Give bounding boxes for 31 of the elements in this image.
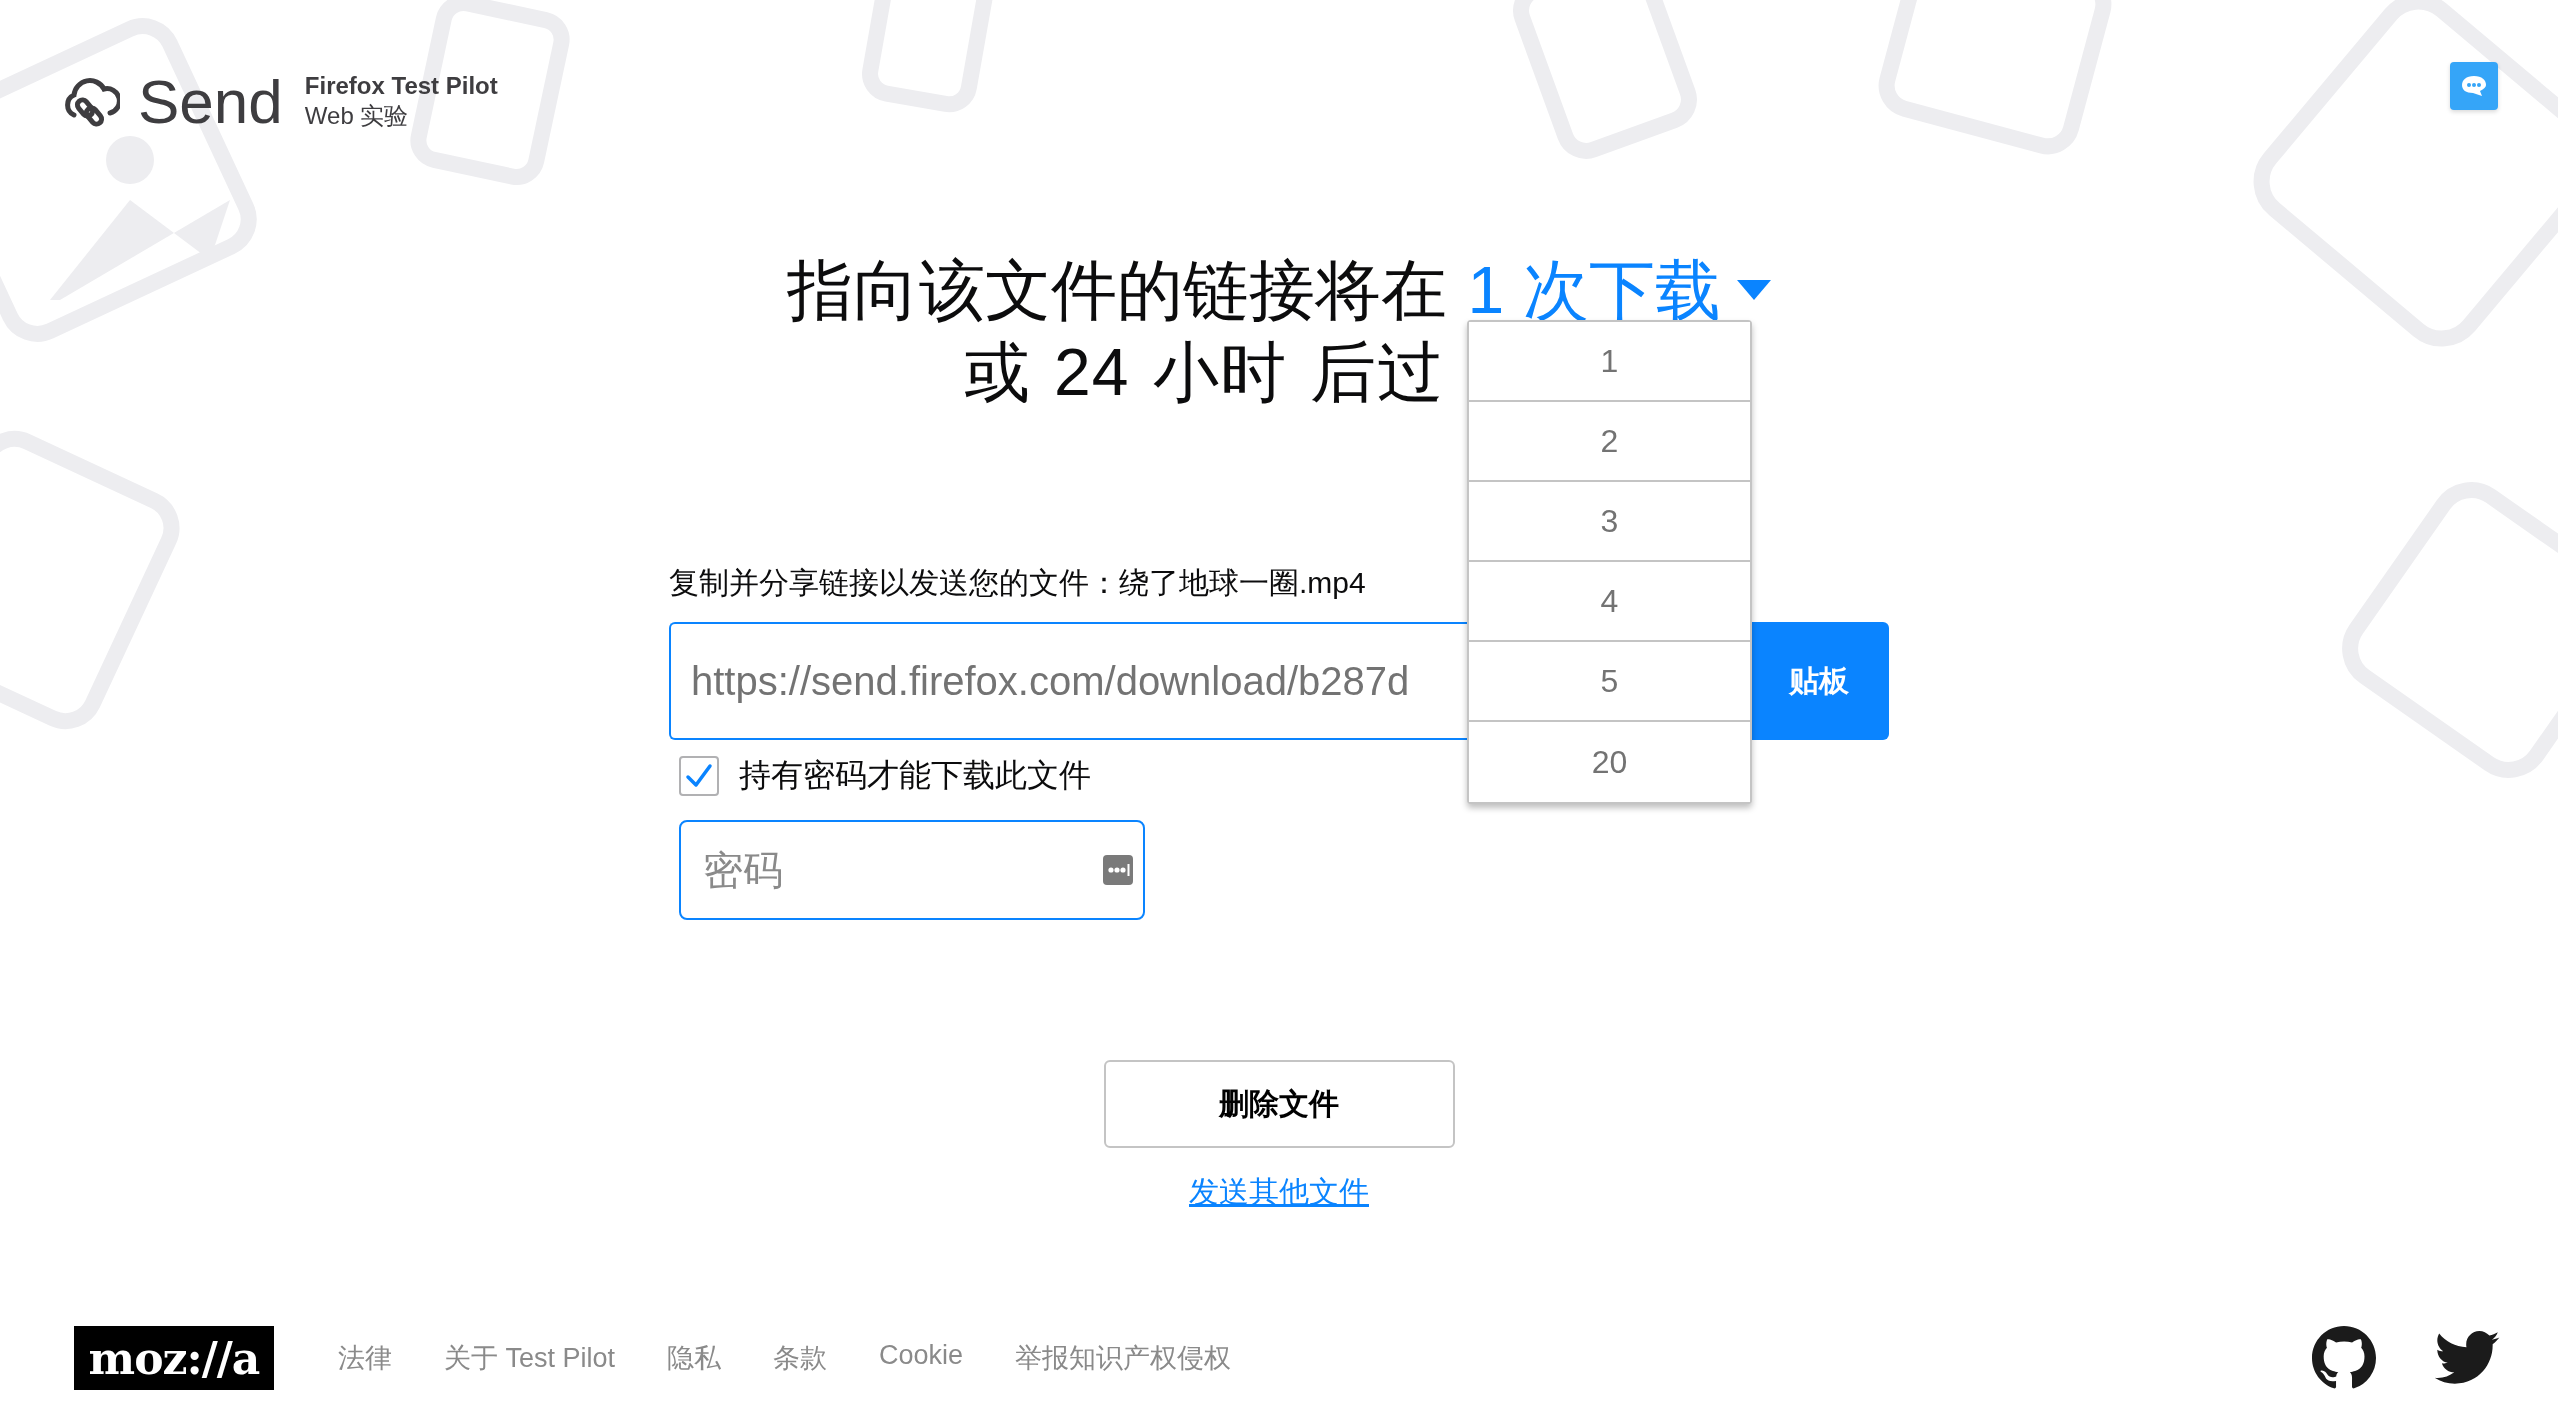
footer-link[interactable]: 举报知识产权侵权 (1015, 1340, 1232, 1376)
chat-bubble-icon (2460, 74, 2488, 98)
footer-link[interactable]: 隐私 (667, 1340, 722, 1376)
menu-option[interactable]: 2 (1469, 402, 1750, 482)
menu-option[interactable]: 1 (1469, 322, 1750, 402)
footer-link[interactable]: 关于 Test Pilot (444, 1340, 616, 1376)
feedback-button[interactable] (2450, 62, 2498, 110)
tagline: Web 实验 (304, 100, 410, 131)
send-another-link[interactable]: 发送其他文件 (1189, 1172, 1369, 1213)
menu-option[interactable]: 4 (1469, 562, 1750, 642)
expiry-heading: 指向该文件的链接将在 (787, 252, 1448, 329)
github-icon[interactable] (2312, 1326, 2376, 1390)
footer-link[interactable]: 法律 (338, 1340, 392, 1376)
product-name: Firefox Test Pilot (304, 71, 498, 100)
password-manager-icon[interactable] (1103, 855, 1133, 885)
mozilla-logo[interactable]: moz://a (74, 1326, 274, 1390)
caret-icon (1736, 280, 1771, 300)
share-instructions: 复制并分享链接以发送您的文件：绕了地球一圈.mp4 (669, 565, 1366, 601)
bird-icon[interactable] (2434, 1331, 2500, 1385)
checkmark-icon (685, 763, 713, 789)
footer-link[interactable]: Cookie (879, 1340, 964, 1376)
app-logo-text: Send (138, 66, 283, 137)
checkbox-label: 持有密码才能下载此文件 (739, 756, 1091, 795)
menu-option[interactable]: 5 (1469, 642, 1750, 722)
password-field[interactable]: 密码 (679, 820, 1145, 920)
footer-link[interactable]: 条款 (773, 1340, 828, 1376)
menu-option[interactable]: 20 (1469, 722, 1750, 802)
menu-option[interactable]: 3 (1469, 482, 1750, 562)
password-checkbox[interactable] (679, 756, 719, 796)
delete-file-button[interactable]: 删除文件 (1103, 1060, 1455, 1148)
expiry-heading: 或 24 小时 后过 (963, 334, 1445, 411)
